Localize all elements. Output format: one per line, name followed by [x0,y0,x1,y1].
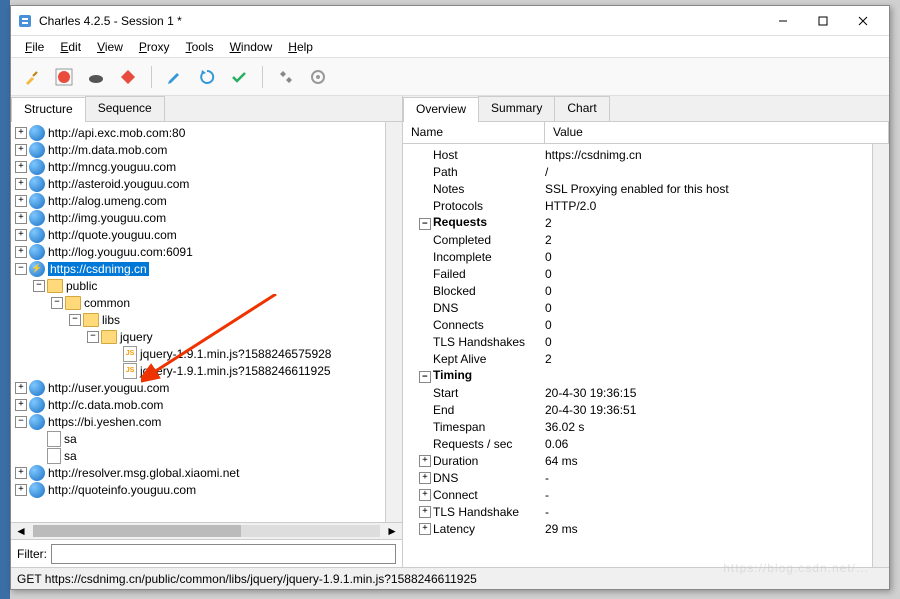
tree-host[interactable]: +http://quote.youguu.com [11,226,385,243]
tree-file[interactable]: +sa [11,430,385,447]
maximize-button[interactable] [803,7,843,35]
left-tabs: Structure Sequence [11,96,402,122]
detail-pane: Overview Summary Chart Name Value Hostht… [403,96,889,567]
collapse-toggle[interactable]: − [419,371,431,383]
tree-host[interactable]: +http://quoteinfo.youguu.com [11,481,385,498]
menu-proxy[interactable]: Proxy [133,38,176,56]
tree-host[interactable]: +http://api.exc.mob.com:80 [11,124,385,141]
tree-file[interactable]: JSjquery-1.9.1.min.js?1588246611925 [11,362,385,379]
app-icon [17,13,33,29]
tree-host[interactable]: +http://log.youguu.com:6091 [11,243,385,260]
menu-window[interactable]: Window [224,38,279,56]
tree-host[interactable]: +http://resolver.msg.global.xiaomi.net [11,464,385,481]
repeat-icon[interactable] [194,64,220,90]
tab-chart[interactable]: Chart [554,96,609,121]
lock-icon: ⚡ [29,261,45,277]
tree-host[interactable]: +http://c.data.mob.com [11,396,385,413]
host-tree[interactable]: +http://api.exc.mob.com:80 +http://m.dat… [11,122,385,522]
tab-summary[interactable]: Summary [478,96,555,121]
tab-overview[interactable]: Overview [403,97,479,122]
toolbar [11,58,889,96]
menu-file[interactable]: File [19,38,50,56]
tree-folder[interactable]: −public [11,277,385,294]
menu-view[interactable]: View [91,38,129,56]
throttle-icon[interactable] [83,64,109,90]
filter-input[interactable] [51,544,396,564]
watermark: https://blog.csdn.net/... [723,561,869,575]
tree-folder[interactable]: −libs [11,311,385,328]
filter-bar: Filter: [11,539,402,567]
expand-toggle[interactable]: + [419,506,431,518]
minimize-button[interactable] [763,7,803,35]
tools-icon[interactable] [273,64,299,90]
tab-structure[interactable]: Structure [11,97,86,122]
tree-host[interactable]: +http://m.data.mob.com [11,141,385,158]
right-tabs: Overview Summary Chart [403,96,889,122]
tree-host[interactable]: +http://user.youguu.com [11,379,385,396]
menubar: File Edit View Proxy Tools Window Help [11,36,889,58]
menu-tools[interactable]: Tools [180,38,220,56]
tree-file[interactable]: JSjquery-1.9.1.min.js?1588246575928 [11,345,385,362]
window-title: Charles 4.2.5 - Session 1 * [39,14,763,28]
breakpoint-icon[interactable] [115,64,141,90]
tree-folder[interactable]: −jquery [11,328,385,345]
status-text: GET https://csdnimg.cn/public/common/lib… [17,572,477,586]
titlebar: Charles 4.2.5 - Session 1 * [11,6,889,36]
tree-host[interactable]: −https://bi.yeshen.com [11,413,385,430]
col-name[interactable]: Name [403,122,545,143]
broom-icon[interactable] [19,64,45,90]
tree-host[interactable]: +http://asteroid.youguu.com [11,175,385,192]
tree-host[interactable]: +http://alog.umeng.com [11,192,385,209]
tree-host[interactable]: +http://mncg.youguu.com [11,158,385,175]
tree-host[interactable]: +http://img.youguu.com [11,209,385,226]
tab-sequence[interactable]: Sequence [85,96,165,121]
expand-toggle[interactable]: + [419,523,431,535]
overview-body[interactable]: Hosthttps://csdnimg.cn Path/ NotesSSL Pr… [403,144,872,567]
overview-header: Name Value [403,122,889,144]
record-icon[interactable] [51,64,77,90]
tree-folder[interactable]: −common [11,294,385,311]
settings-icon[interactable] [305,64,331,90]
tree-host-selected[interactable]: −⚡https://csdnimg.cn [11,260,385,277]
tree-hscrollbar[interactable]: ◄► [11,522,402,539]
col-value[interactable]: Value [545,122,889,143]
overview-vscrollbar[interactable] [872,144,889,567]
structure-pane: Structure Sequence +http://api.exc.mob.c… [11,96,403,567]
expand-toggle[interactable]: + [419,489,431,501]
edit-icon[interactable] [162,64,188,90]
menu-help[interactable]: Help [282,38,319,56]
tree-vscrollbar[interactable] [385,122,402,522]
js-file-icon: JS [123,363,137,379]
app-window: Charles 4.2.5 - Session 1 * File Edit Vi… [10,5,890,590]
expand-toggle[interactable]: + [419,455,431,467]
close-button[interactable] [843,7,883,35]
expand-toggle[interactable]: + [419,472,431,484]
menu-edit[interactable]: Edit [54,38,87,56]
validate-icon[interactable] [226,64,252,90]
tree-file[interactable]: +sa [11,447,385,464]
filter-label: Filter: [17,547,47,561]
js-file-icon: JS [123,346,137,362]
collapse-toggle[interactable]: − [419,218,431,230]
